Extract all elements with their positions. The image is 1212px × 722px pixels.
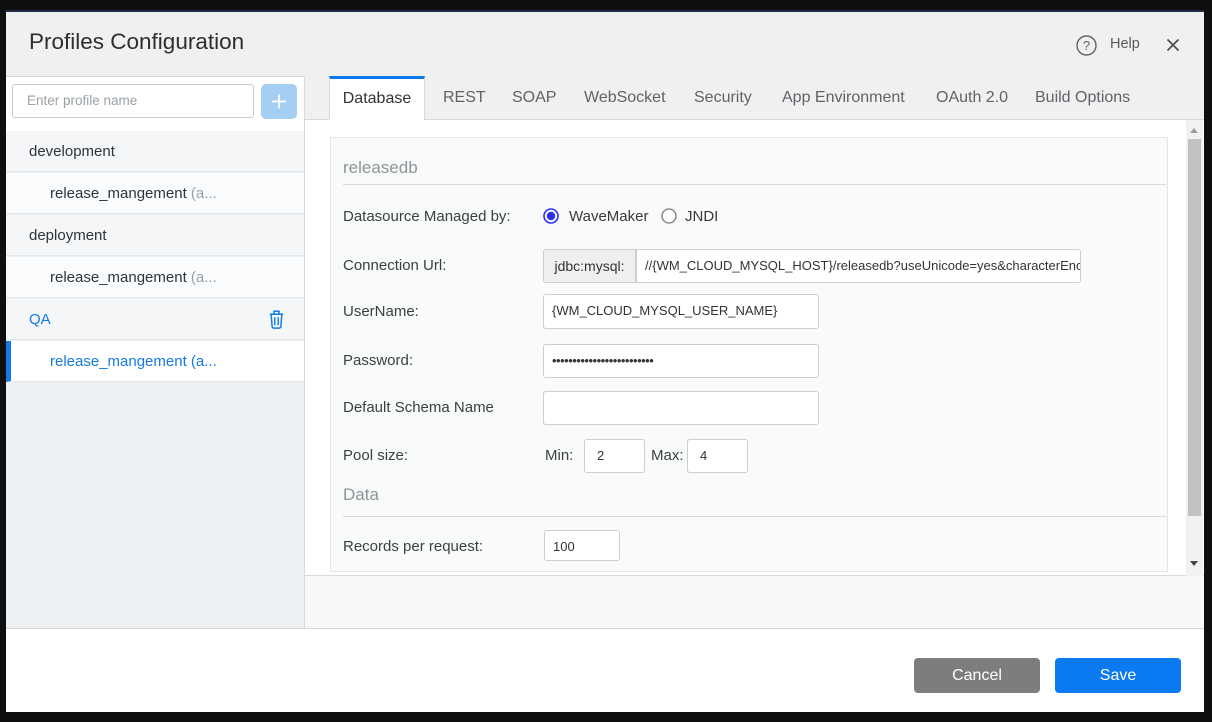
svg-text:?: ?	[1083, 38, 1090, 53]
